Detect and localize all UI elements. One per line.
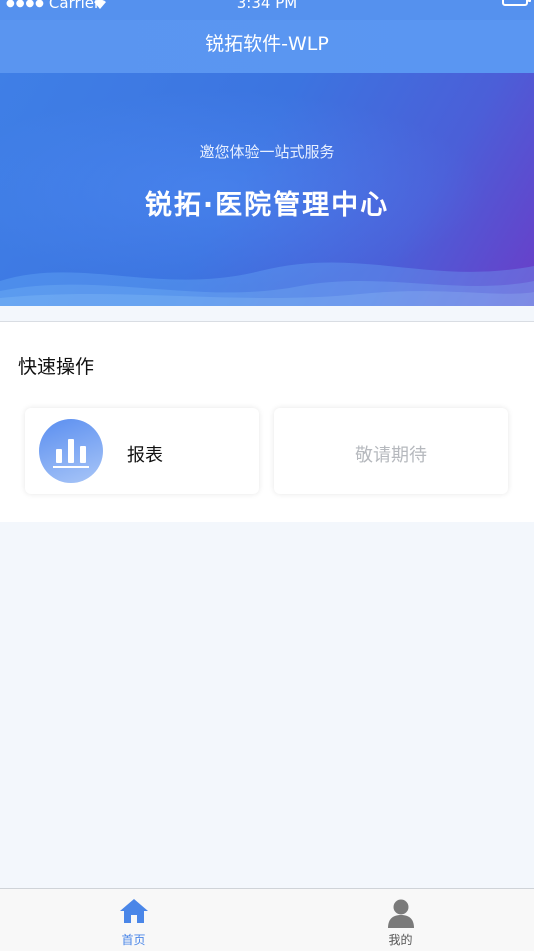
tab-me-label: 我的 [388, 933, 413, 947]
wave-decoration [0, 262, 534, 306]
section-divider [0, 306, 534, 322]
page-title: 锐拓软件-WLP [205, 33, 329, 55]
user-icon [386, 898, 416, 932]
status-time: 3:34 PM [236, 0, 298, 12]
quick-actions-heading: 快速操作 [18, 356, 95, 378]
report-label: 报表 [127, 445, 163, 466]
banner-subtitle: 邀您体验一站式服务 [199, 143, 335, 161]
nav-bar: 锐拓软件-WLP [0, 20, 534, 73]
tab-home[interactable]: 首页 [0, 889, 267, 951]
hero-banner: 邀您体验一站式服务 锐拓·医院管理中心 [0, 73, 534, 306]
home-icon [119, 898, 149, 928]
tab-bar: 首页 我的 [0, 888, 534, 951]
tab-me[interactable]: 我的 [267, 889, 534, 951]
banner-title: 锐拓·医院管理中心 [144, 190, 390, 221]
quick-actions-section: 快速操作 报表 敬请期待 [0, 322, 534, 522]
bar-chart-icon [39, 419, 103, 483]
status-bar: ●●●● Carrier 3:34 PM [0, 0, 534, 20]
coming-soon-label: 敬请期待 [355, 445, 427, 466]
battery-icon [502, 0, 531, 6]
report-card[interactable]: 报表 [25, 408, 259, 494]
coming-soon-card[interactable]: 敬请期待 [274, 408, 508, 494]
tab-home-label: 首页 [121, 933, 146, 947]
